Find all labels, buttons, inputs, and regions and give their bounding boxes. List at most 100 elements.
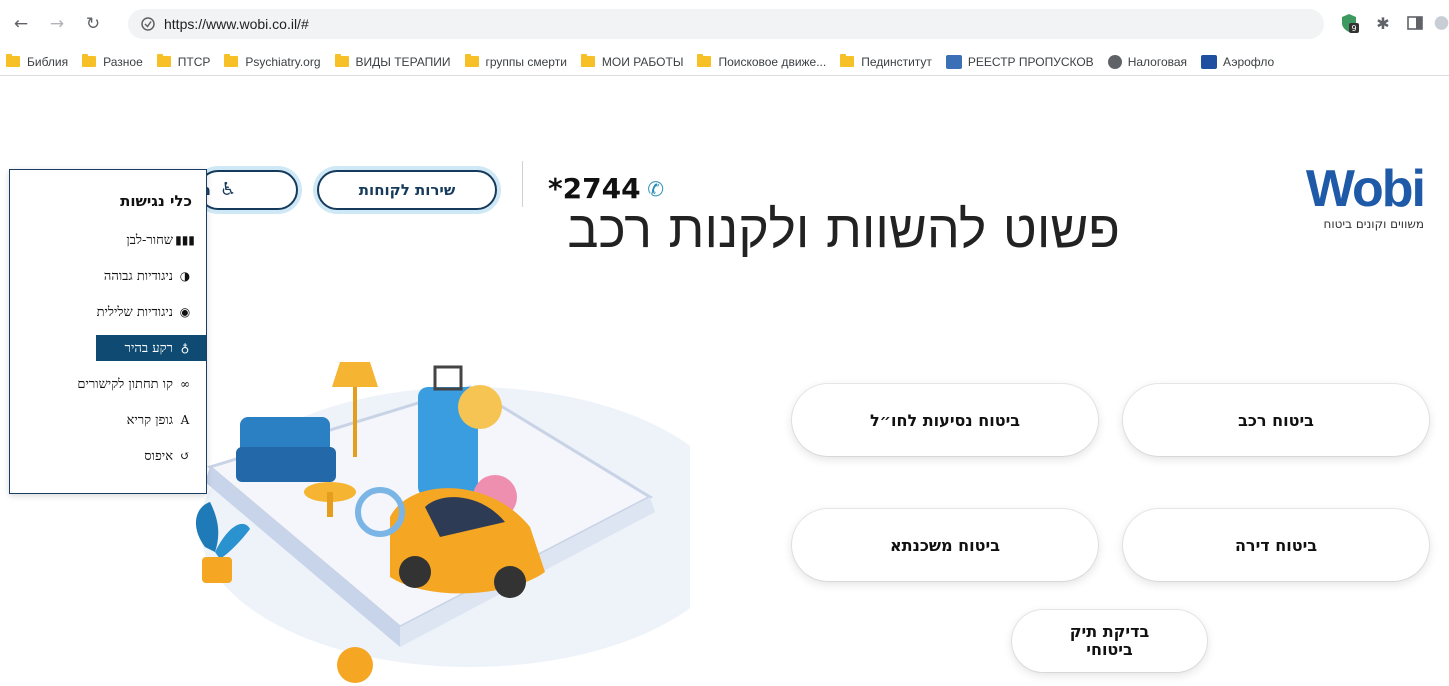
airline-icon: [1201, 54, 1218, 69]
mortgage-insurance-button[interactable]: ביטוח משכנתא: [792, 509, 1098, 581]
bookmark-label: Psychiatry.org: [245, 54, 321, 69]
bookmark-item[interactable]: Библия: [6, 54, 69, 69]
extension-badge: 9: [1351, 24, 1356, 33]
folder-icon: [6, 54, 20, 67]
bookmark-item[interactable]: Поисковое движе...: [697, 54, 827, 69]
header-divider: [522, 161, 523, 207]
accessibility-panel: כלי נגישות ▮▮▮ שחור-לבן ◑ ניגודיות גבוהה ◉ ני…: [9, 169, 207, 494]
bookmark-label: ПТСР: [177, 54, 211, 69]
bookmark-label: группы смерти: [485, 54, 567, 69]
bookmark-item[interactable]: Psychiatry.org: [224, 54, 321, 69]
accessibility-option-label: ניגודיות שלילית: [96, 305, 173, 320]
folder-icon: [840, 54, 855, 67]
bookmark-item[interactable]: ВИДЫ ТЕРАПИИ: [334, 54, 451, 69]
bookmark-item[interactable]: Аэрофло: [1201, 54, 1275, 69]
bookmark-label: Разное: [103, 54, 143, 69]
link-icon: ∞: [180, 377, 190, 391]
back-icon[interactable]: ←: [10, 13, 32, 35]
accessibility-option[interactable]: ◉ ניגודיות שלילית: [97, 299, 206, 325]
table-leg-shape: [327, 492, 333, 517]
accessibility-option[interactable]: ♁ רקע בהיר: [96, 335, 206, 361]
emblem-icon: [945, 54, 962, 69]
phone-number[interactable]: *2744 ✆: [548, 172, 667, 205]
extension-shield-icon[interactable]: 9: [1338, 12, 1360, 34]
profile-avatar[interactable]: [1434, 12, 1449, 34]
sidepanel-icon[interactable]: [1404, 12, 1426, 34]
accessibility-option[interactable]: ▮▮▮ שחור-לבן: [126, 227, 206, 253]
accessibility-option[interactable]: ◑ ניגודיות גבוהה: [104, 263, 206, 289]
phone-text: *2744: [548, 172, 641, 205]
customer-service-button[interactable]: שירות לקוחות: [317, 170, 497, 210]
accessibility-button[interactable]: מ ♿: [198, 170, 298, 210]
folder-icon: [334, 54, 349, 67]
puzzle-icon[interactable]: ✱: [1372, 12, 1394, 34]
eye-icon: ◉: [179, 305, 191, 319]
sofa-seat-shape: [236, 447, 336, 482]
car-wheel-front: [399, 556, 431, 588]
plant-pot-shape: [202, 557, 232, 583]
bookmark-label: Аэрофло: [1223, 54, 1275, 69]
bookmark-label: РЕЕСТР ПРОПУСКОВ: [967, 54, 1094, 69]
folder-icon: [464, 54, 479, 67]
accessibility-option-label: איפוס: [144, 449, 173, 464]
accessibility-option-label: קו תחתון לקישורים: [77, 377, 173, 392]
reload-icon[interactable]: ↻: [82, 13, 104, 35]
folder-icon: [580, 54, 595, 67]
address-bar[interactable]: https://www.wobi.co.il/#: [128, 9, 1324, 39]
folder-icon: [697, 54, 712, 67]
bookmark-label: Поисковое движе...: [718, 54, 827, 69]
accessibility-option-label: ניגודיות גבוהה: [103, 269, 173, 284]
accessibility-option-label: שחור-לבן: [126, 233, 173, 248]
folder-icon: [156, 54, 171, 67]
travel-insurance-button[interactable]: ביטוח נסיעות לחו״ל: [792, 384, 1098, 456]
screen: ← → ↻ https://www.wobi.co.il/# 9 ✱ Библи…: [0, 0, 1449, 686]
bookmark-item[interactable]: группы смерти: [464, 54, 567, 69]
hero-title: פשוט להשוות ולקנות רכב: [567, 200, 1120, 260]
wobi-logo[interactable]: Wobi משווים וקונים ביטוח: [1274, 160, 1426, 231]
hero-illustration: [195, 362, 690, 683]
bookmarks-bar: Библия Разное ПТСР Psychiatry.org ВИДЫ ТЕРАП…: [0, 48, 1449, 76]
bookmark-item[interactable]: МОИ РАБОТЫ: [580, 54, 684, 69]
bookmark-label: МОИ РАБОТЫ: [601, 54, 684, 69]
logo-text: Wobi: [1305, 160, 1426, 218]
lamp-pole-shape: [353, 387, 357, 457]
suitcase-handle-shape: [433, 365, 463, 391]
bookmark-item[interactable]: РЕЕСТР ПРОПУСКОВ: [945, 54, 1094, 69]
bookmark-item[interactable]: Налоговая: [1107, 54, 1187, 69]
bookmark-item[interactable]: ПТСР: [156, 54, 211, 69]
accessibility-option[interactable]: ∞ קו תחתון לקישורים: [77, 371, 206, 397]
accessibility-option[interactable]: A גופן קריא: [127, 407, 206, 433]
reset-icon: ↺: [179, 449, 191, 463]
bookmark-label: ВИДЫ ТЕРАПИИ: [355, 54, 451, 69]
forward-icon[interactable]: →: [46, 13, 68, 35]
barcode-icon: ▮▮▮: [175, 233, 195, 247]
person-head-shape: [337, 647, 373, 683]
logo-tagline: משווים וקונים ביטוח: [1323, 217, 1424, 231]
globe-icon: [1107, 54, 1122, 69]
accessibility-panel-title: כלי נגישות: [120, 192, 192, 210]
accessibility-option[interactable]: ↺ איפוס: [144, 443, 206, 469]
web-page: Wobi משווים וקונים ביטוח פשוט להשוות ולק…: [0, 77, 1449, 686]
folder-icon: [224, 54, 239, 67]
bookmark-item[interactable]: Пединститут: [840, 54, 932, 69]
sun-hat-shape: [458, 385, 502, 429]
contrast-icon: ◑: [179, 269, 191, 283]
portfolio-check-line1: בדיקת תיק: [1069, 622, 1150, 641]
lightbulb-icon: ♁: [180, 341, 190, 355]
wheelchair-icon: ♿: [220, 179, 237, 200]
accessibility-option-label: רקע בהיר: [124, 341, 173, 356]
apartment-insurance-button[interactable]: ביטוח דירה: [1123, 509, 1429, 581]
url-text: https://www.wobi.co.il/#: [164, 16, 309, 32]
bookmark-label: Пединститут: [861, 54, 932, 69]
phone-icon: ✆: [647, 176, 664, 201]
bookmark-item[interactable]: Разное: [82, 54, 143, 69]
portfolio-check-line2: ביטוחי: [1086, 640, 1133, 659]
car-insurance-button[interactable]: ביטוח רכב: [1123, 384, 1429, 456]
bookmark-label: Библия: [27, 54, 69, 69]
browser-toolbar: ← → ↻ https://www.wobi.co.il/# 9 ✱: [0, 0, 1449, 48]
font-icon: A: [180, 413, 190, 427]
car-wheel-rear: [494, 566, 526, 598]
accessibility-option-label: גופן קריא: [126, 413, 173, 428]
portfolio-check-button[interactable]: בדיקת תיק ביטוחי: [1012, 610, 1207, 672]
site-info-icon[interactable]: [140, 16, 156, 32]
